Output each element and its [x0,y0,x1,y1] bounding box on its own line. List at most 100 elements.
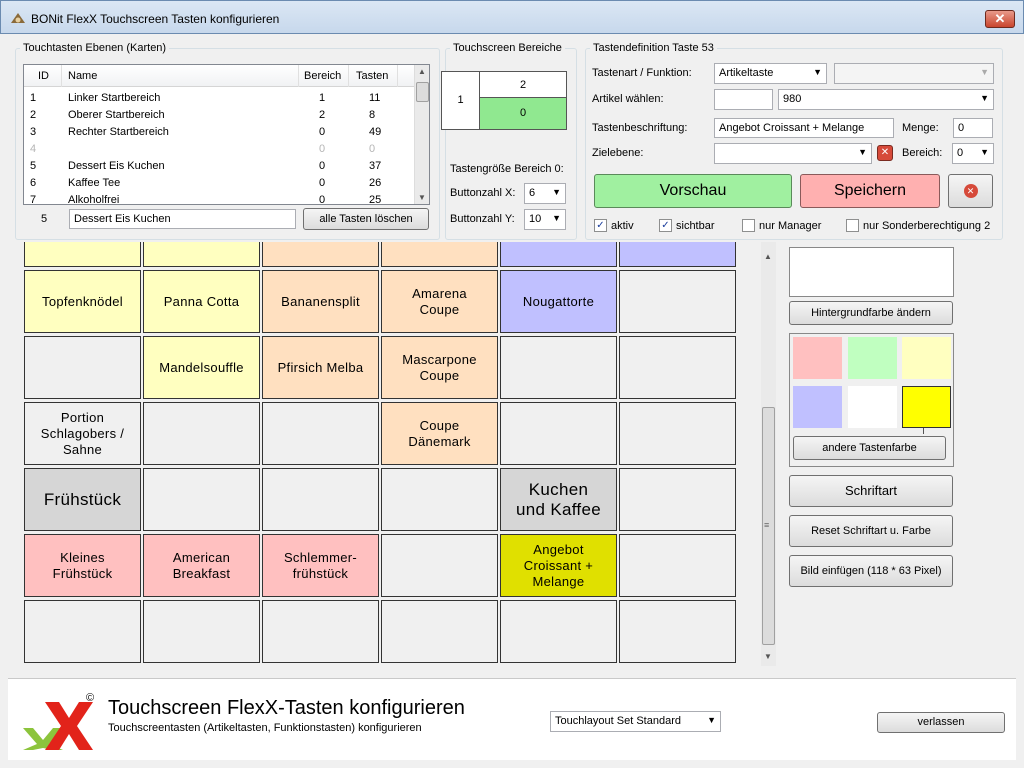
touch-key[interactable] [24,242,141,267]
touch-key[interactable]: Nougattorte [500,270,617,333]
touch-key[interactable] [619,402,736,465]
col-tasten[interactable]: Tasten [356,70,388,82]
touch-key[interactable] [500,242,617,267]
clear-ziel-icon[interactable]: ✕ [877,145,893,161]
touch-key[interactable]: Schlemmer- frühstück [262,534,379,597]
color-swatch[interactable] [902,386,951,428]
touch-key[interactable] [619,600,736,663]
ebene-row[interactable]: 1 Linker Startbereich 1 11 [24,90,414,107]
bereich-1[interactable]: 1 [442,72,480,129]
touch-key[interactable]: Angebot Croissant + Melange [500,534,617,597]
article-search-input[interactable] [714,89,773,110]
ebene-row[interactable]: 2 Oberer Startbereich 2 8 [24,107,414,124]
touch-key[interactable]: Mandelsouffle [143,336,260,399]
article-combo[interactable]: 980 ▼ [778,89,994,110]
touch-key[interactable] [619,534,736,597]
aktiv-checkbox[interactable]: ✓ [594,219,607,232]
touch-key[interactable]: Walder Becher [381,242,498,267]
ebene-row[interactable]: 7 Alkoholfrei 0 25 [24,192,414,204]
touch-key[interactable] [262,600,379,663]
scroll-up-icon[interactable]: ▲ [418,67,426,76]
ziel-combo[interactable]: ▼ [714,143,872,164]
touch-key[interactable] [619,468,736,531]
touch-key[interactable] [619,270,736,333]
preview-button[interactable]: Vorschau [594,174,792,208]
bereich-combo[interactable]: 0 ▼ [952,143,994,164]
scroll-down-icon[interactable]: ▼ [764,652,772,661]
touch-key[interactable] [262,242,379,267]
touch-key[interactable] [619,336,736,399]
type-combo[interactable]: Artikeltaste ▼ [714,63,827,84]
scroll-up-icon[interactable]: ▲ [764,252,772,261]
color-swatch[interactable] [902,337,951,379]
insert-image-button[interactable]: Bild einfügen (118 * 63 Pixel) [789,555,953,587]
ebenen-scrollbar[interactable]: ▲ ▼ [414,65,429,204]
layout-set-combo[interactable]: Touchlayout Set Standard ▼ [550,711,721,732]
ebene-row[interactable]: 3 Rechter Startbereich 0 49 [24,124,414,141]
col-name[interactable]: Name [68,70,97,82]
ebene-row[interactable]: 6 Kaffee Tee 0 26 [24,175,414,192]
tastengroesse-label: Tastengröße Bereich 0: [450,163,564,175]
touch-key[interactable] [381,600,498,663]
bereich-2[interactable]: 2 [480,72,566,98]
exit-button[interactable]: verlassen [877,712,1005,733]
touch-key[interactable]: Kleines Frühstück [24,534,141,597]
ebene-row[interactable]: 4 0 0 [24,141,414,158]
touch-key[interactable] [500,600,617,663]
touch-key[interactable]: Mascarpone Coupe [381,336,498,399]
buttonzahl-x-combo[interactable]: 6 ▼ [524,183,566,204]
touch-key[interactable]: Kuchen und Kaffee [500,468,617,531]
close-window-button[interactable]: ✕ [985,10,1015,28]
ebenen-scroll-thumb[interactable] [416,82,429,102]
touch-key[interactable]: Panna Cotta [143,270,260,333]
touch-key[interactable] [381,468,498,531]
touch-key[interactable]: Topfenknödel [24,270,141,333]
touch-key[interactable]: Pfirsich Melba [262,336,379,399]
touch-key[interactable]: Portion Schlagobers / Sahne [24,402,141,465]
touch-key[interactable] [500,402,617,465]
touch-key[interactable] [262,402,379,465]
bg-color-button[interactable]: Hintergrundfarbe ändern [789,301,953,325]
touch-key[interactable]: Bananensplit [262,270,379,333]
touch-key[interactable]: American Breakfast [143,534,260,597]
touch-key[interactable] [24,336,141,399]
touch-key[interactable] [381,534,498,597]
caption-input[interactable]: Angebot Croissant + Melange [714,118,894,138]
manager-checkbox[interactable] [742,219,755,232]
touch-key[interactable] [143,242,260,267]
delete-key-button[interactable]: ✕ [948,174,993,208]
sonder-label: nur Sonderberechtigung 2 [863,220,991,232]
ebene-row[interactable]: 5 Dessert Eis Kuchen 0 37 [24,158,414,175]
touch-key[interactable]: torte [619,242,736,267]
buttonzahl-y-combo[interactable]: 10 ▼ [524,209,566,230]
save-button[interactable]: Speichern [800,174,940,208]
delete-all-keys-button[interactable]: alle Tasten löschen [303,208,429,230]
touch-key-label: Coupe Dänemark [408,417,471,449]
ebenen-listview[interactable]: ID Name Bereich Tasten 1 Linker Startbere… [23,64,430,205]
color-swatch[interactable] [793,337,842,379]
touch-key[interactable] [24,600,141,663]
menge-input[interactable]: 0 [953,118,993,138]
reset-font-button[interactable]: Reset Schriftart u. Farbe [789,515,953,547]
sonder-checkbox[interactable] [846,219,859,232]
grid-scrollbar[interactable]: ▲ ≡ ▼ [761,242,776,666]
color-swatch[interactable] [848,386,897,428]
color-swatch[interactable] [793,386,842,428]
touch-key[interactable]: Frühstück [24,468,141,531]
sichtbar-checkbox[interactable]: ✓ [659,219,672,232]
touch-key[interactable] [143,468,260,531]
touch-key[interactable] [143,600,260,663]
touch-key[interactable] [500,336,617,399]
scroll-down-icon[interactable]: ▼ [418,193,426,202]
touch-key[interactable]: Amarena Coupe [381,270,498,333]
col-id[interactable]: ID [38,70,49,82]
touch-key[interactable] [262,468,379,531]
col-bereich[interactable]: Bereich [304,70,341,82]
ebene-name-input[interactable]: Dessert Eis Kuchen [69,209,296,229]
color-swatch[interactable] [848,337,897,379]
font-button[interactable]: Schriftart [789,475,953,507]
touch-key[interactable] [143,402,260,465]
other-color-button[interactable]: andere Tastenfarbe [793,436,946,460]
bereich-0[interactable]: 0 [480,98,566,129]
touch-key[interactable]: Coupe Dänemark [381,402,498,465]
